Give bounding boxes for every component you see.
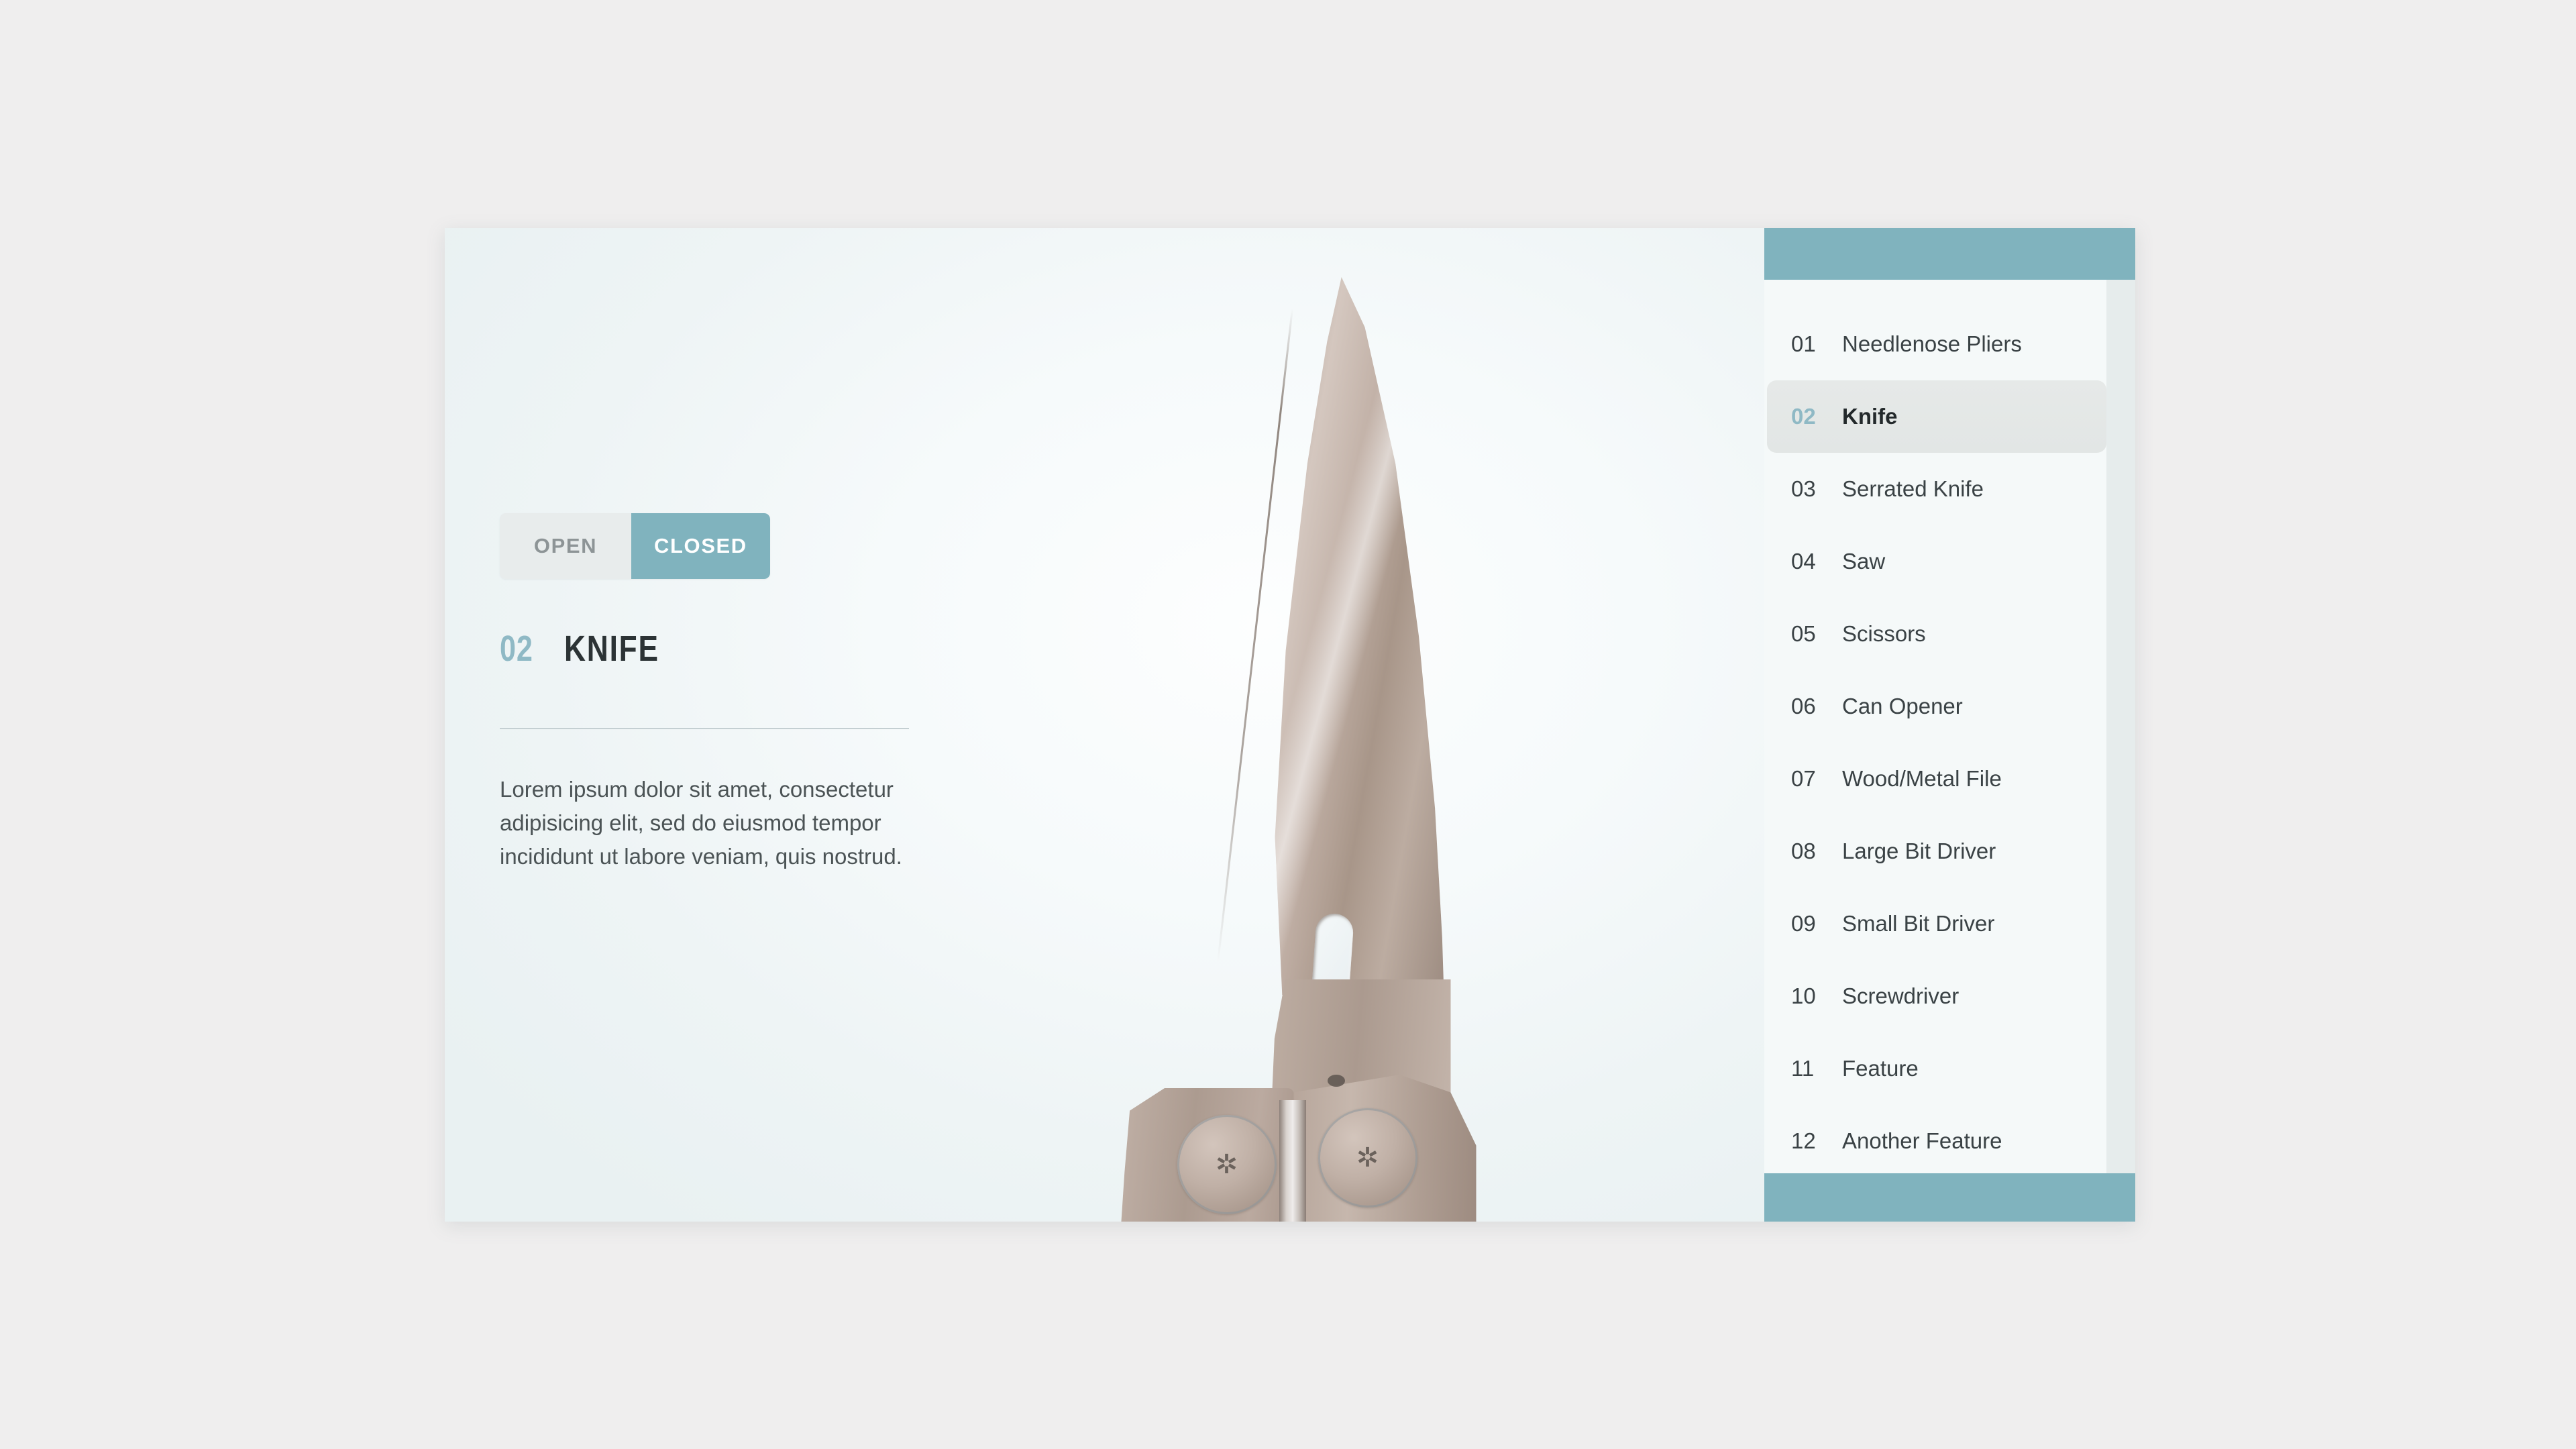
- knife-tang: [1271, 979, 1451, 1120]
- knife-thumb-slot: [1305, 912, 1354, 1069]
- feature-item-number: 07: [1791, 766, 1816, 791]
- knife-blade-highlight: [1275, 277, 1444, 995]
- feature-item-number: 01: [1791, 331, 1816, 356]
- feature-list-item[interactable]: 12 Another Feature: [1764, 1105, 2106, 1177]
- toggle-open-button[interactable]: OPEN: [500, 513, 631, 579]
- feature-item-number: 08: [1791, 839, 1816, 863]
- detail-heading: 02 KNIFE: [500, 628, 680, 669]
- feature-item-number: 12: [1791, 1128, 1816, 1153]
- feature-list-item[interactable]: 08 Large Bit Driver: [1764, 815, 2106, 888]
- feature-list[interactable]: 01 Needlenose Pliers 02 Knife 03 Serrated Kni…: [1764, 280, 2106, 1173]
- knife-edge-line: [1216, 308, 1293, 962]
- sidebar-bottom-bar: [1764, 1173, 2135, 1222]
- pivot-disc-right: ✲: [1318, 1108, 1417, 1208]
- detail-description: Lorem ipsum dolor sit amet, consectetur …: [500, 777, 902, 869]
- feature-item-label: Feature: [1842, 1056, 1919, 1081]
- knife-handle-left: [1119, 1088, 1294, 1222]
- feature-list-item[interactable]: 01 Needlenose Pliers: [1764, 308, 2106, 380]
- feature-item-label: Another Feature: [1842, 1128, 2002, 1153]
- feature-list-item[interactable]: 04 Saw: [1764, 525, 2106, 598]
- feature-item-label: Small Bit Driver: [1842, 911, 1995, 936]
- feature-list-item[interactable]: 05 Scissors: [1764, 598, 2106, 670]
- feature-list-item[interactable]: 06 Can Opener: [1764, 670, 2106, 743]
- feature-item-label: Serrated Knife: [1842, 476, 1984, 501]
- feature-item-label: Wood/Metal File: [1842, 766, 2002, 791]
- feature-item-number: 09: [1791, 911, 1816, 936]
- feature-item-number: 04: [1791, 549, 1816, 574]
- feature-item-label: Saw: [1842, 549, 1886, 574]
- feature-item-number: 06: [1791, 694, 1816, 718]
- knife-blade: [1275, 277, 1444, 995]
- heading-divider: [500, 728, 909, 729]
- feature-item-label: Scissors: [1842, 621, 1926, 646]
- feature-item-number: 05: [1791, 621, 1816, 646]
- feature-item-label: Screwdriver: [1842, 983, 1960, 1008]
- pivot-disc-left: ✲: [1177, 1115, 1277, 1214]
- feature-item-number: 02: [1791, 404, 1816, 429]
- feature-item-label: Needlenose Pliers: [1842, 331, 2022, 356]
- feature-list-item[interactable]: 03 Serrated Knife: [1764, 453, 2106, 525]
- feature-item-number: 11: [1791, 1056, 1815, 1081]
- feature-list-item[interactable]: 09 Small Bit Driver: [1764, 888, 2106, 960]
- feature-list-item[interactable]: 10 Screwdriver: [1764, 960, 2106, 1032]
- sidebar-scrollbar-track[interactable]: [2108, 296, 2124, 1161]
- feature-item-number: 10: [1791, 983, 1816, 1008]
- sidebar-top-bar: [1764, 228, 2135, 280]
- product-image-knife: ✲ ✲: [1078, 228, 1548, 1222]
- detail-number: 02: [500, 629, 533, 669]
- open-closed-toggle[interactable]: OPEN CLOSED: [500, 513, 770, 579]
- knife-handle-right: [1293, 1075, 1477, 1222]
- feature-list-item[interactable]: 07 Wood/Metal File: [1764, 743, 2106, 815]
- feature-item-label: Can Opener: [1842, 694, 1963, 718]
- feature-item-number: 03: [1791, 476, 1816, 501]
- knife-small-hole: [1327, 1075, 1345, 1087]
- feature-sidebar: 01 Needlenose Pliers 02 Knife 03 Serrated Kni…: [1764, 228, 2135, 1222]
- feature-list-item[interactable]: 11 Feature: [1764, 1032, 2106, 1105]
- feature-list-item[interactable]: 02 Knife: [1767, 380, 2106, 453]
- product-detail-card: OPEN CLOSED 02 KNIFE Lorem ipsum dolor s…: [445, 228, 2135, 1222]
- feature-item-label: Large Bit Driver: [1842, 839, 1996, 863]
- torx-screw-icon: ✲: [1215, 1150, 1238, 1179]
- torx-screw-icon: ✲: [1356, 1143, 1379, 1173]
- feature-item-label: Knife: [1842, 404, 1898, 429]
- toggle-closed-button[interactable]: CLOSED: [631, 513, 770, 579]
- knife-center-liner: [1279, 1100, 1306, 1222]
- detail-title: KNIFE: [564, 629, 659, 669]
- main-content-pane: OPEN CLOSED 02 KNIFE Lorem ipsum dolor s…: [445, 228, 1764, 1222]
